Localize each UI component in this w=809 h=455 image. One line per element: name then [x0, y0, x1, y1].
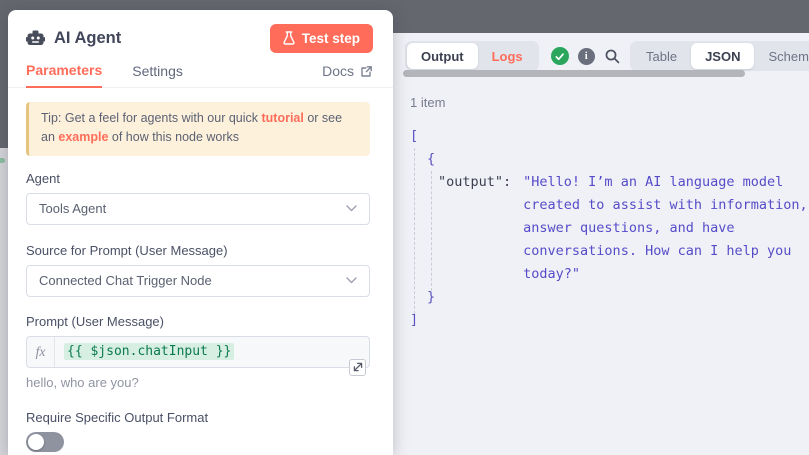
tab-settings[interactable]: Settings — [132, 63, 183, 87]
tab-parameters[interactable]: Parameters — [26, 62, 102, 88]
tab-schema[interactable]: Schema — [754, 43, 809, 69]
expression-token: {{ $json.chatInput }} — [64, 343, 234, 360]
item-count: 1 item — [410, 95, 445, 110]
json-key-output: "output": — [438, 171, 511, 194]
flask-icon — [283, 31, 295, 45]
tab-table[interactable]: Table — [632, 43, 691, 69]
json-object-open: { — [410, 148, 808, 171]
json-value-output: "Hello! I’m an AI language model created… — [523, 171, 807, 286]
output-panel-header: Output Logs i Table JSON Schema — [405, 41, 801, 71]
output-format-label: Require Specific Output Format — [26, 410, 370, 425]
node-title: AI Agent — [54, 29, 121, 48]
external-link-icon — [360, 65, 373, 78]
parameters-form: Tip: Get a feel for agents with our quic… — [8, 88, 393, 452]
search-icon[interactable] — [604, 48, 621, 65]
json-array-close: ] — [410, 309, 808, 332]
output-panel: Output Logs i Table JSON Schema 1 item [… — [393, 33, 809, 455]
prompt-field-label: Prompt (User Message) — [26, 314, 370, 329]
json-object-close: } — [410, 286, 808, 309]
canvas-node-speck — [0, 158, 5, 163]
output-format-toggle-row — [26, 432, 370, 452]
tab-output[interactable]: Output — [407, 43, 478, 69]
output-logs-segmented-control: Output Logs — [405, 41, 539, 71]
json-output-row: "output": "Hello! I’m an AI language mod… — [410, 171, 808, 286]
example-link[interactable]: example — [58, 130, 108, 144]
tab-json[interactable]: JSON — [691, 43, 754, 69]
source-field-label: Source for Prompt (User Message) — [26, 243, 370, 258]
docs-link[interactable]: Docs — [322, 63, 373, 87]
node-detail-panel: AI Agent Test step Parameters Settings D… — [8, 10, 393, 455]
indent-guide — [414, 148, 415, 314]
resolved-expression-preview: hello, who are you? — [26, 375, 370, 390]
test-step-button[interactable]: Test step — [270, 24, 373, 53]
chevron-down-icon — [346, 205, 357, 212]
robot-icon — [26, 30, 45, 47]
panel-tabs: Parameters Settings Docs — [8, 64, 393, 88]
tip-callout: Tip: Get a feel for agents with our quic… — [26, 102, 370, 156]
source-select-value: Connected Chat Trigger Node — [39, 273, 212, 288]
output-header-icons: i — [551, 47, 621, 65]
agent-select[interactable]: Tools Agent — [26, 193, 370, 225]
agent-field-label: Agent — [26, 171, 370, 186]
fx-badge: fx — [27, 337, 55, 367]
panel-header: AI Agent Test step — [8, 10, 393, 52]
agent-select-value: Tools Agent — [39, 201, 106, 216]
tip-text: Tip: Get a feel for agents with our quic… — [41, 111, 261, 125]
canvas-background — [0, 148, 8, 455]
format-segmented-control: Table JSON Schema — [630, 41, 809, 71]
docs-label: Docs — [322, 63, 354, 79]
source-select[interactable]: Connected Chat Trigger Node — [26, 265, 370, 297]
indent-guide — [431, 171, 432, 291]
chevron-down-icon — [346, 277, 357, 284]
toggle-knob — [28, 434, 44, 450]
expand-expression-icon[interactable] — [349, 359, 366, 376]
tab-logs[interactable]: Logs — [478, 43, 537, 69]
json-output-viewer: [ { "output": "Hello! I’m an AI language… — [410, 125, 808, 332]
expression-body[interactable]: {{ $json.chatInput }} — [55, 337, 243, 367]
tutorial-link[interactable]: tutorial — [261, 111, 303, 125]
info-icon[interactable]: i — [578, 48, 595, 65]
json-array-open: [ — [410, 125, 808, 148]
output-format-toggle[interactable] — [26, 432, 64, 452]
prompt-expression-field[interactable]: fx {{ $json.chatInput }} — [26, 336, 370, 368]
horizontal-scrollbar[interactable] — [403, 70, 745, 77]
test-step-label: Test step — [302, 31, 360, 46]
tip-text: of how this node works — [108, 130, 239, 144]
success-check-icon — [551, 47, 569, 65]
